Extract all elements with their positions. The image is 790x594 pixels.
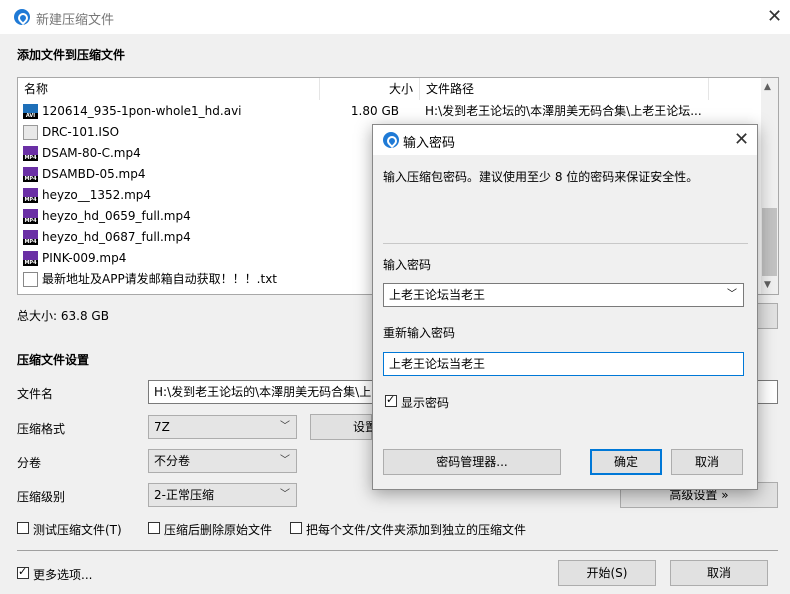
chevron-down-icon[interactable]: ﹀: [727, 284, 737, 306]
add-files-heading: 添加文件到压缩文件: [17, 48, 126, 62]
file-name: 最新地址及APP请发邮箱自动获取！！！.txt: [42, 272, 278, 286]
test-archive-checkbox[interactable]: [17, 522, 29, 534]
file-name: DSAM-80-C.mp4: [42, 146, 141, 160]
level-select-value: 2-正常压缩: [154, 488, 214, 502]
password-field-value: 上老王论坛当老王: [389, 288, 486, 302]
app-logo-icon: [14, 9, 30, 25]
file-name: heyzo_hd_0687_full.mp4: [42, 230, 191, 244]
mp4-video-icon: MP4: [23, 188, 38, 203]
mp4-video-icon: MP4: [23, 146, 38, 161]
show-password-checkbox[interactable]: [385, 393, 397, 407]
show-password-label[interactable]: 显示密码: [401, 394, 449, 411]
chevron-down-icon: ﹀: [280, 489, 290, 500]
delete-after-checkbox[interactable]: [148, 522, 160, 534]
more-options-label[interactable]: 更多选项...: [33, 566, 92, 583]
password-manager-button[interactable]: 密码管理器...: [383, 449, 561, 475]
level-select[interactable]: 2-正常压缩 ﹀: [148, 483, 297, 507]
file-name: DSAMBD-05.mp4: [42, 167, 146, 181]
mp4-video-icon: MP4: [23, 209, 38, 224]
avi-video-icon: AVI: [23, 104, 38, 119]
total-size: 总大小: 63.8 GB: [17, 309, 109, 323]
split-label: 分卷: [17, 456, 42, 470]
password-field[interactable]: 上老王论坛当老王 ﹀: [383, 283, 744, 307]
scrollbar-thumb[interactable]: [762, 208, 777, 276]
reenter-password-label: 重新输入密码: [383, 326, 456, 340]
start-button[interactable]: 开始(S): [558, 560, 656, 586]
file-name: 120614_935-1pon-whole1_hd.avi: [42, 104, 242, 118]
level-label: 压缩级别: [17, 490, 66, 504]
file-name: PINK-009.mp4: [42, 251, 127, 265]
ok-button[interactable]: 确定: [590, 449, 662, 475]
mp4-video-icon: MP4: [23, 167, 38, 182]
scroll-down-arrow-icon[interactable]: ▼: [764, 280, 771, 290]
reenter-password-field[interactable]: 上老王论坛当老王: [383, 352, 744, 376]
mp4-video-icon: MP4: [23, 230, 38, 245]
test-archive-label[interactable]: 测试压缩文件(T): [33, 521, 122, 538]
file-name: DRC-101.ISO: [42, 125, 120, 139]
file-type-badge: MP4: [23, 260, 38, 266]
file-type-badge: MP4: [23, 239, 38, 245]
file-type-badge: MP4: [23, 218, 38, 224]
password-label: 输入密码: [383, 258, 432, 272]
split-select[interactable]: 不分卷 ﹀: [148, 449, 297, 473]
table-row[interactable]: AVI 120614_935-1pon-whole1_hd.avi 1.80 GB H…: [18, 101, 763, 122]
more-options-checkbox[interactable]: [17, 565, 29, 579]
filename-label: 文件名: [17, 387, 54, 401]
password-dialog-title: 输入密码: [403, 136, 456, 151]
chevron-down-icon: ﹀: [280, 455, 290, 466]
password-dialog-close-button[interactable]: ✕: [734, 131, 749, 149]
format-select[interactable]: 7Z ﹀: [148, 415, 297, 439]
format-label: 压缩格式: [17, 422, 66, 436]
password-cancel-button[interactable]: 取消: [671, 449, 743, 475]
split-select-value: 不分卷: [154, 454, 191, 468]
file-name: heyzo_hd_0659_full.mp4: [42, 209, 191, 223]
divider: [383, 243, 748, 244]
chevron-down-icon: ﹀: [280, 421, 290, 432]
separate-archives-label[interactable]: 把每个文件/文件夹添加到独立的压缩文件: [306, 521, 526, 538]
file-type-badge: AVI: [23, 113, 38, 119]
file-type-badge: MP4: [23, 176, 38, 182]
app-logo-icon: [383, 132, 399, 148]
file-path: H:\发到老王论坛的\本澤朋美无码合集\上老王论坛...: [425, 104, 702, 118]
remove-button-partial[interactable]: [756, 303, 778, 329]
file-size: 1.80 GB: [350, 104, 399, 118]
separate-archives-checkbox[interactable]: [290, 522, 302, 534]
format-select-value: 7Z: [154, 420, 170, 434]
divider: [17, 550, 778, 551]
password-dialog: 输入密码 ✕ 输入压缩包密码。建议使用至少 8 位的密码来保证安全性。 输入密码…: [372, 124, 758, 490]
window-title: 新建压缩文件: [36, 13, 115, 28]
column-header-name[interactable]: 名称: [18, 78, 320, 100]
mp4-video-icon: MP4: [23, 251, 38, 266]
password-dialog-title-bar: 输入密码 ✕: [373, 125, 757, 155]
format-settings-button[interactable]: 设置: [310, 414, 377, 440]
column-header-size[interactable]: 大小: [320, 78, 420, 100]
title-bar: 新建压缩文件 ✕: [0, 0, 790, 34]
iso-disc-icon: [23, 125, 38, 140]
scroll-up-arrow-icon[interactable]: ▲: [764, 82, 771, 92]
window-close-button[interactable]: ✕: [767, 8, 782, 26]
column-header-path[interactable]: 文件路径: [420, 78, 709, 100]
password-description: 输入压缩包密码。建议使用至少 8 位的密码来保证安全性。: [383, 170, 699, 184]
file-type-badge: MP4: [23, 155, 38, 161]
file-type-badge: MP4: [23, 197, 38, 203]
archive-settings-heading: 压缩文件设置: [17, 353, 90, 367]
file-name: heyzo__1352.mp4: [42, 188, 152, 202]
delete-after-label[interactable]: 压缩后删除原始文件: [164, 521, 272, 538]
cancel-button[interactable]: 取消: [670, 560, 768, 586]
text-file-icon: [23, 272, 38, 287]
